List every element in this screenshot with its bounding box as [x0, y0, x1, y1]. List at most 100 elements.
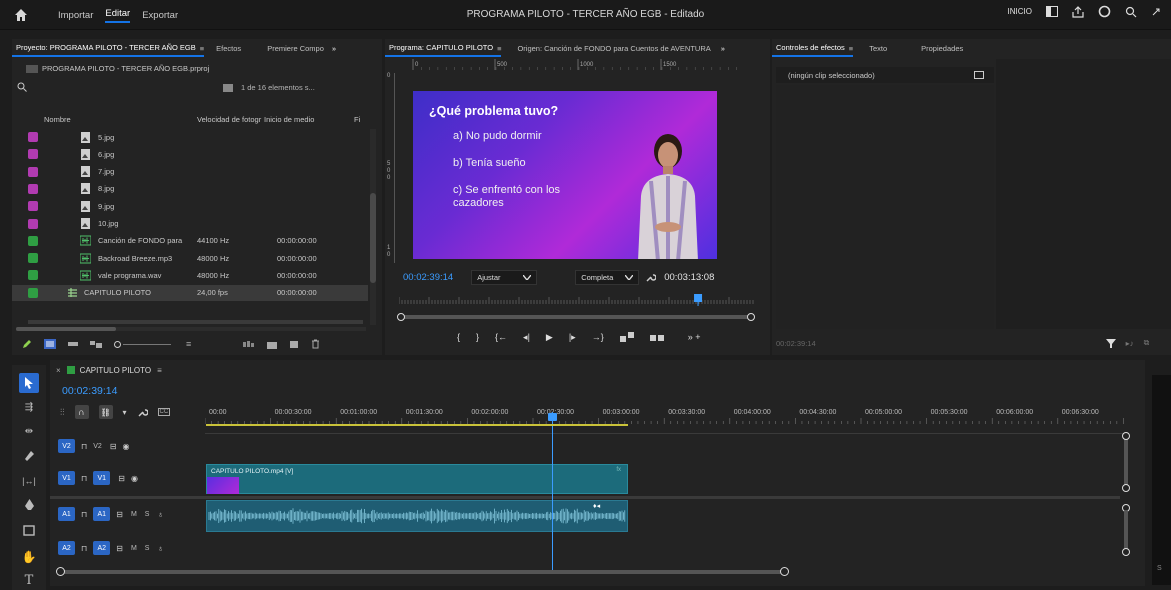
- track-name[interactable]: A1: [93, 507, 111, 521]
- toggle-timeline-icon[interactable]: [974, 71, 984, 79]
- timeline-tab[interactable]: × CAPITULO PILOTO ≡: [56, 362, 162, 378]
- linked-selection-icon[interactable]: ⛓: [98, 405, 113, 419]
- track-name[interactable]: A2: [93, 541, 111, 555]
- label-color-chip[interactable]: [28, 183, 38, 194]
- label-color-chip[interactable]: [28, 218, 38, 229]
- sync-lock-icon[interactable]: ⊟: [110, 442, 117, 451]
- track-source-patch[interactable]: V2: [58, 439, 75, 453]
- more-controls-icon[interactable]: » +: [688, 332, 701, 342]
- hamburger-icon[interactable]: ≡: [200, 44, 204, 53]
- track-source-patch[interactable]: V1: [58, 471, 75, 485]
- solo-button[interactable]: S: [145, 545, 150, 552]
- razor-tool-icon[interactable]: [19, 445, 39, 465]
- col-extra[interactable]: Fi: [354, 115, 360, 124]
- solo-button[interactable]: S: [145, 511, 150, 518]
- project-search-input[interactable]: [31, 80, 211, 94]
- hamburger-icon[interactable]: ≡: [497, 44, 501, 53]
- lift-icon[interactable]: [619, 332, 634, 342]
- tab-text[interactable]: Texto: [861, 44, 895, 53]
- track-name[interactable]: V2: [93, 443, 102, 450]
- list-item[interactable]: Canción de FONDO para 44100 Hz 00:00:00:00: [12, 233, 368, 249]
- snap-icon[interactable]: ∩: [74, 405, 89, 419]
- label-color-chip[interactable]: [28, 235, 38, 246]
- label-color-chip[interactable]: [28, 166, 38, 177]
- workspace-label[interactable]: INICIO: [1008, 7, 1032, 16]
- new-bin-icon[interactable]: [267, 340, 278, 349]
- tab-program[interactable]: Programa: CAPITULO PILOTO: [385, 39, 502, 57]
- settings-wrench-icon[interactable]: [137, 407, 148, 418]
- lock-icon[interactable]: ⊓: [81, 510, 87, 519]
- mute-button[interactable]: M: [131, 545, 137, 552]
- label-color-chip[interactable]: [28, 253, 38, 264]
- automate-icon[interactable]: [243, 340, 255, 348]
- list-item[interactable]: 5.jpg: [12, 129, 368, 145]
- list-item[interactable]: 10.jpg: [12, 216, 368, 232]
- project-scrollbar[interactable]: [370, 129, 376, 325]
- monitor-mini-ruler[interactable]: [399, 294, 755, 308]
- audio-meter-solo-label[interactable]: S: [1157, 565, 1162, 572]
- hand-tool-icon[interactable]: ✋: [19, 547, 39, 567]
- search-icon[interactable]: [1125, 6, 1137, 18]
- col-start[interactable]: Inicio de medio: [264, 115, 314, 124]
- export-frame-icon[interactable]: ⧉: [1144, 338, 1150, 348]
- add-marker-icon[interactable]: ▾: [123, 408, 127, 417]
- lock-icon[interactable]: ⊓: [81, 474, 87, 483]
- playhead-handle[interactable]: [548, 413, 557, 421]
- filter-icon[interactable]: [1105, 338, 1116, 348]
- close-icon[interactable]: ×: [56, 366, 61, 375]
- mark-in-icon[interactable]: {: [457, 332, 460, 342]
- tab-project[interactable]: Proyecto: PROGRAMA PILOTO - TERCER AÑO E…: [12, 39, 204, 57]
- effect-time[interactable]: 00:02:39:14: [776, 339, 816, 348]
- monitor-zoom-scrollbar[interactable]: [397, 313, 755, 321]
- list-view-icon[interactable]: [44, 339, 56, 349]
- av-divider[interactable]: [50, 496, 1120, 499]
- selection-tool-icon[interactable]: [19, 373, 39, 393]
- menu-import[interactable]: Importar: [58, 10, 93, 21]
- list-item[interactable]: vale programa.wav 48000 Hz 00:00:00:00: [12, 267, 368, 283]
- progress-ring-icon[interactable]: [1098, 5, 1111, 18]
- label-color-chip[interactable]: [28, 287, 38, 298]
- zoom-slider[interactable]: [114, 340, 174, 348]
- col-rate[interactable]: Velocidad de fotogr: [197, 115, 261, 124]
- search-icon[interactable]: [17, 82, 27, 92]
- lock-icon[interactable]: ⊓: [81, 442, 87, 451]
- tab-effect-controls[interactable]: Controles de efectos: [772, 39, 853, 57]
- sync-lock-icon[interactable]: ⊟: [116, 544, 123, 553]
- list-item[interactable]: 7.jpg: [12, 164, 368, 180]
- hamburger-icon[interactable]: ≡: [157, 366, 162, 375]
- audio-clip-a1[interactable]: ♦◂: [206, 500, 628, 532]
- expand-icon[interactable]: [1151, 7, 1161, 17]
- list-item[interactable]: 8.jpg: [12, 181, 368, 197]
- menu-export[interactable]: Exportar: [142, 10, 178, 21]
- pencil-icon[interactable]: [22, 339, 32, 349]
- freeform-view-icon[interactable]: [90, 339, 102, 349]
- wrench-icon[interactable]: [645, 272, 657, 283]
- eye-icon[interactable]: ◉: [123, 442, 130, 451]
- play-audio-icon[interactable]: ▸♪: [1126, 339, 1134, 348]
- icon-view-icon[interactable]: [68, 339, 78, 349]
- track-source-patch[interactable]: A1: [58, 507, 75, 521]
- timeline-v-scrollbar[interactable]: [1122, 432, 1130, 562]
- tab-effects[interactable]: Efectos: [208, 44, 249, 53]
- nest-icon[interactable]: ⫶⫶: [60, 407, 65, 418]
- tab-more-icon[interactable]: »: [721, 44, 725, 53]
- project-h-scrollbar[interactable]: [16, 327, 366, 331]
- mark-out-icon[interactable]: }: [476, 332, 479, 342]
- microphone-icon[interactable]: ♁: [157, 510, 163, 519]
- home-icon[interactable]: [14, 8, 28, 22]
- track-source-patch[interactable]: A2: [58, 541, 75, 555]
- tab-premiere-compo[interactable]: Premiere Compo: [259, 44, 332, 53]
- captions-icon[interactable]: CC: [157, 408, 171, 416]
- step-back-icon[interactable]: ◂|: [523, 332, 530, 343]
- track-select-tool-icon[interactable]: ⇶: [19, 397, 39, 417]
- tab-source[interactable]: Origen: Canción de FONDO para Cuentos de…: [509, 44, 718, 53]
- label-color-chip[interactable]: [28, 201, 38, 212]
- pen-tool-icon[interactable]: [19, 495, 39, 515]
- mute-button[interactable]: M: [131, 511, 137, 518]
- ripple-edit-tool-icon[interactable]: ⇹: [19, 421, 39, 441]
- sort-icon[interactable]: ≡: [186, 339, 191, 349]
- list-item[interactable]: 6.jpg: [12, 146, 368, 162]
- type-tool-icon[interactable]: T: [19, 570, 39, 590]
- video-clip-v1[interactable]: CAPITULO PILOTO.mp4 [V] fx: [206, 464, 628, 494]
- list-item[interactable]: 9.jpg: [12, 198, 368, 214]
